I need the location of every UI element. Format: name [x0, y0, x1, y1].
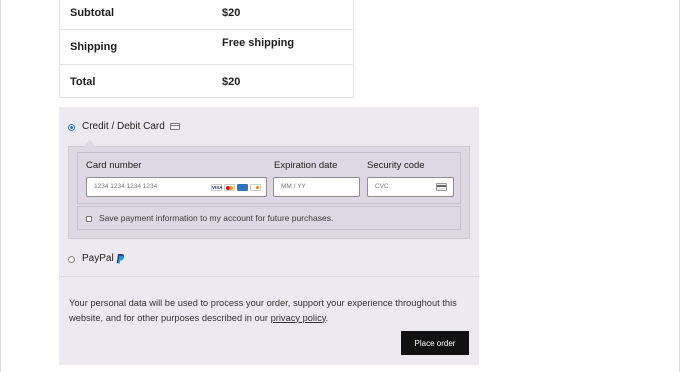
save-payment-row: Save payment information to my account f… [77, 206, 461, 230]
payment-methods-section: Credit / Debit Card Card number 1234 123… [59, 107, 479, 365]
card-fields-group: Card number 1234 1234 1234 1234 VISA Exp… [77, 152, 461, 204]
paypal-icon [116, 254, 124, 264]
shipping-value: Free shipping [222, 37, 295, 49]
subtotal-row: Subtotal $20 [59, 0, 354, 30]
credit-card-icon [170, 123, 180, 130]
privacy-notice: Your personal data will be used to proce… [69, 296, 474, 325]
subtotal-label: Subtotal [70, 7, 114, 19]
card-details-box: Card number 1234 1234 1234 1234 VISA Exp… [68, 140, 470, 239]
cvc-card-icon [436, 183, 447, 191]
card-number-input[interactable]: 1234 1234 1234 1234 VISA [86, 177, 267, 197]
paypal-method-label[interactable]: PayPal [82, 253, 114, 264]
expiration-date-input[interactable]: MM / YY [273, 177, 360, 197]
shipping-row: Shipping Free shipping [59, 30, 354, 65]
total-row: Total $20 [59, 65, 354, 98]
visa-icon: VISA [211, 184, 223, 191]
page-frame-left [0, 0, 1, 372]
mastercard-icon [224, 184, 235, 191]
discover-icon [250, 184, 261, 191]
order-totals-table: Subtotal $20 Shipping Free shipping Tota… [59, 0, 354, 98]
paypal-radio[interactable] [68, 256, 75, 263]
section-divider [59, 276, 479, 277]
credit-card-method-label[interactable]: Credit / Debit Card [82, 121, 165, 132]
privacy-notice-text: Your personal data will be used to proce… [69, 298, 457, 323]
place-order-button[interactable]: Place order [401, 331, 469, 355]
privacy-policy-link[interactable]: privacy policy [271, 313, 326, 323]
shipping-label: Shipping [70, 41, 118, 53]
privacy-notice-end: . [325, 312, 329, 323]
card-number-placeholder: 1234 1234 1234 1234 [94, 183, 158, 190]
amex-icon [237, 184, 248, 191]
security-code-label: Security code [367, 160, 425, 171]
card-brands: VISA [211, 184, 261, 192]
card-number-label: Card number [86, 160, 142, 171]
expiration-date-label: Expiration date [274, 160, 338, 171]
save-payment-label[interactable]: Save payment information to my account f… [99, 213, 333, 223]
cvc-placeholder: CVC [375, 183, 389, 190]
expiration-placeholder: MM / YY [281, 183, 306, 190]
save-payment-checkbox[interactable] [86, 216, 92, 222]
total-value: $20 [222, 76, 241, 88]
security-code-input[interactable]: CVC [367, 177, 454, 197]
total-label: Total [70, 76, 96, 88]
credit-card-radio[interactable] [68, 124, 75, 131]
subtotal-value: $20 [222, 7, 241, 19]
